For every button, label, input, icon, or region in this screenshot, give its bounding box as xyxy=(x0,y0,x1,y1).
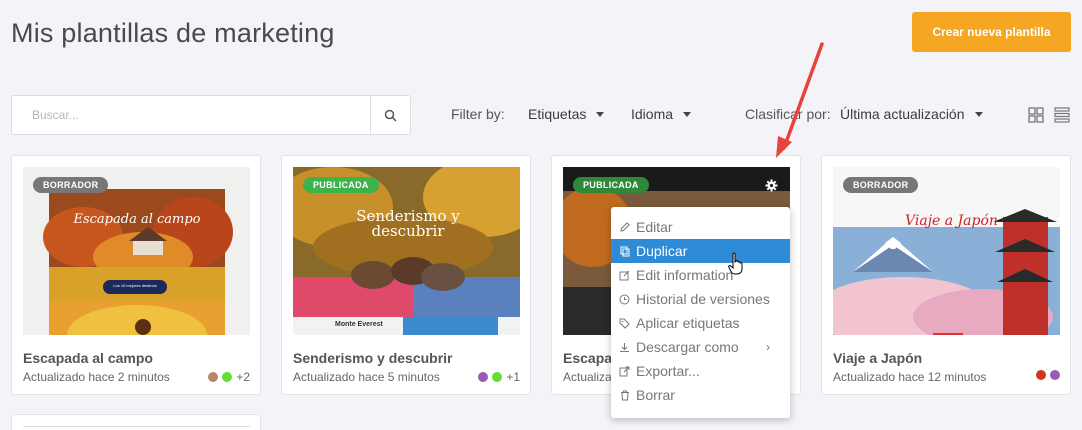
menu-item-duplicate[interactable]: Duplicar xyxy=(611,239,790,263)
page-title: Mis plantillas de marketing xyxy=(11,18,335,48)
status-badge: PUBLICADA xyxy=(573,177,649,193)
template-card[interactable]: BORRADOR Viaje a Japón Viaje a Japón Act… xyxy=(821,155,1071,395)
sort-dropdown-label: Última actualización xyxy=(840,106,965,122)
card-updated: Actualiza xyxy=(563,370,612,384)
menu-item-label: Aplicar etiquetas xyxy=(636,315,740,331)
grid-view-icon[interactable] xyxy=(1028,107,1044,123)
edit-box-icon xyxy=(619,269,630,281)
tag-icon xyxy=(619,317,630,329)
search-icon xyxy=(384,109,397,122)
menu-item-edit[interactable]: Editar xyxy=(611,215,790,239)
menu-item-label: Duplicar xyxy=(636,243,688,259)
template-thumbnail[interactable]: BORRADOR Escapada al campo Los 10 mejore… xyxy=(23,167,250,335)
menu-item-apply-tags[interactable]: Aplicar etiquetas xyxy=(611,311,790,335)
search-input[interactable] xyxy=(12,96,370,134)
card-title[interactable]: Escapa xyxy=(563,350,612,366)
export-icon xyxy=(619,365,630,377)
tag-dot xyxy=(1050,370,1060,380)
copy-icon xyxy=(619,245,630,257)
status-badge: BORRADOR xyxy=(843,177,919,193)
card-context-menu: Editar Duplicar Edit information Histori… xyxy=(611,207,790,418)
caret-down-icon xyxy=(596,111,605,117)
card-title[interactable]: Senderismo y descubrir xyxy=(293,350,453,366)
search-button[interactable] xyxy=(370,96,410,134)
tag-dot xyxy=(222,372,233,382)
hand-cursor-icon xyxy=(728,252,743,275)
thumbnail-cta: Los 10 mejores destinos xyxy=(113,283,157,288)
card-updated: Actualizado hace 5 minutos xyxy=(293,370,440,384)
card-updated: Actualizado hace 12 minutos xyxy=(833,370,987,384)
template-thumbnail[interactable]: BORRADOR Viaje a Japón xyxy=(833,167,1060,335)
tag-colors xyxy=(1036,370,1060,380)
more-tags-count: +1 xyxy=(506,370,520,384)
tags-dropdown[interactable]: Etiquetas xyxy=(528,106,605,122)
thumbnail-heading: Escapada al campo xyxy=(73,212,201,227)
menu-item-label: Borrar xyxy=(636,387,675,403)
chevron-right-icon: › xyxy=(766,340,770,354)
caret-down-icon xyxy=(683,111,692,117)
sort-dropdown[interactable]: Última actualización xyxy=(840,106,983,122)
card-title[interactable]: Escapada al campo xyxy=(23,350,153,366)
trash-icon xyxy=(619,389,630,401)
menu-item-download-as[interactable]: Descargar como › xyxy=(611,335,790,359)
tag-colors: +2 xyxy=(208,370,250,384)
language-dropdown-label: Idioma xyxy=(631,106,674,122)
download-icon xyxy=(619,341,630,353)
menu-item-label: Editar xyxy=(636,219,673,235)
caret-down-icon xyxy=(974,111,983,117)
template-card[interactable]: PUBLICADA Senderismo y descubrir Monte E… xyxy=(281,155,531,395)
tag-dot xyxy=(492,372,503,382)
template-thumbnail[interactable]: PUBLICADA Senderismo y descubrir Monte E… xyxy=(293,167,520,335)
clock-icon xyxy=(619,293,630,305)
menu-item-label: Descargar como xyxy=(636,339,739,355)
list-view-icon[interactable] xyxy=(1054,107,1070,123)
tag-dot xyxy=(1036,370,1046,380)
thumbnail-heading: Viaje a Japón xyxy=(905,213,998,229)
thumbnail-heading: Senderismo y descubrir xyxy=(356,207,460,240)
menu-item-export[interactable]: Exportar... xyxy=(611,359,790,383)
template-card[interactable]: BORRADOR Escapada al campo Los 10 mejore… xyxy=(11,155,261,395)
filter-by-label: Filter by: xyxy=(451,106,505,122)
menu-item-label: Historial de versiones xyxy=(636,291,770,307)
annotation-arrow-icon xyxy=(776,42,824,158)
search-box xyxy=(11,95,411,135)
menu-item-delete[interactable]: Borrar xyxy=(611,383,790,407)
tag-dot xyxy=(478,372,489,382)
menu-item-version-history[interactable]: Historial de versiones xyxy=(611,287,790,311)
pencil-icon xyxy=(619,221,630,233)
tags-dropdown-label: Etiquetas xyxy=(528,106,587,122)
menu-item-label: Exportar... xyxy=(636,363,700,379)
tag-dot xyxy=(208,372,219,382)
tag-colors: +1 xyxy=(478,370,520,384)
menu-item-edit-information[interactable]: Edit information xyxy=(611,263,790,287)
thumbnail-caption: Monte Everest xyxy=(335,321,383,328)
status-badge: BORRADOR xyxy=(33,177,109,193)
template-card[interactable] xyxy=(11,414,261,430)
settings-gear-icon[interactable] xyxy=(765,179,778,197)
create-template-button[interactable]: Crear nueva plantilla xyxy=(912,12,1071,52)
card-updated: Actualizado hace 2 minutos xyxy=(23,370,170,384)
menu-item-label: Edit information xyxy=(636,267,734,283)
language-dropdown[interactable]: Idioma xyxy=(631,106,692,122)
status-badge: PUBLICADA xyxy=(303,177,379,193)
card-title[interactable]: Viaje a Japón xyxy=(833,350,922,366)
more-tags-count: +2 xyxy=(236,370,250,384)
